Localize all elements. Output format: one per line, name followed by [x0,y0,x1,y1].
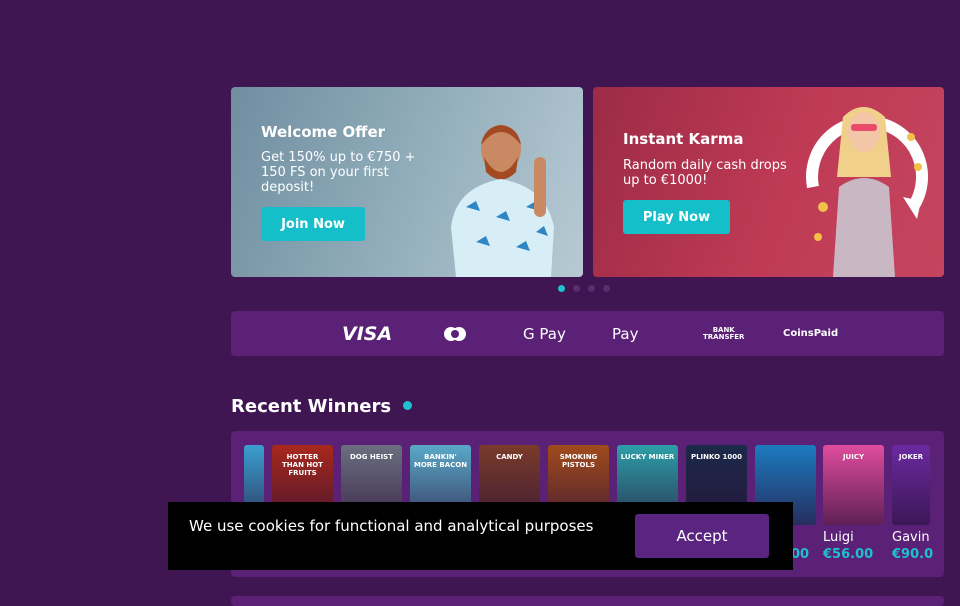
game-tile[interactable]: JUICY [823,445,884,525]
carousel-dot[interactable] [603,285,610,292]
winner-name: Gavin [892,530,930,545]
carousel-dot[interactable] [558,285,565,292]
carousel-dot[interactable] [588,285,595,292]
join-now-button[interactable]: Join Now [261,207,365,241]
banner-title: Welcome Offer [261,123,386,141]
play-now-button[interactable]: Play Now [623,200,730,234]
accept-cookies-button[interactable]: Accept [635,514,769,558]
coinspaid-logo: CoinsPaid [783,328,839,339]
live-indicator-icon [403,401,412,410]
instant-karma-banner[interactable]: Instant Karma Random daily cash drops up… [593,87,944,277]
banner-text: Random daily cash drops up to €1000! [623,158,787,188]
banner-text: Get 150% up to €750 + 150 FS on your fir… [261,150,416,195]
recent-winners-heading: Recent Winners [231,396,392,417]
banner-title: Instant Karma [623,130,744,148]
carousel-dots [558,285,610,292]
game-tile[interactable]: JOKER [892,445,930,525]
google-pay-logo: G Pay [523,324,566,343]
winner-amount: €56.00 [823,547,874,562]
winner-amount: €90.0 [892,547,934,562]
next-section-edge [231,596,944,606]
winner-amount: 00 [791,547,810,562]
carousel-dot[interactable] [573,285,580,292]
promo-woman-image [806,107,929,277]
cookie-banner: We use cookies for functional and analyt… [168,502,793,570]
promo-man-image [451,125,554,277]
winner-name: Luigi [823,530,854,545]
bank-transfer-logo: BANK TRANSFER [703,325,745,341]
cookie-message: We use cookies for functional and analyt… [189,517,594,535]
welcome-offer-banner[interactable]: Welcome Offer Get 150% up to €750 + 150 … [231,87,583,277]
payment-methods-bar: VISA G Pay Pay BANK TRANSFER CoinsPaid [231,311,944,356]
visa-logo: VISA [342,322,393,345]
mastercard-logo [442,311,468,356]
apple-pay-logo: Pay [612,324,639,343]
